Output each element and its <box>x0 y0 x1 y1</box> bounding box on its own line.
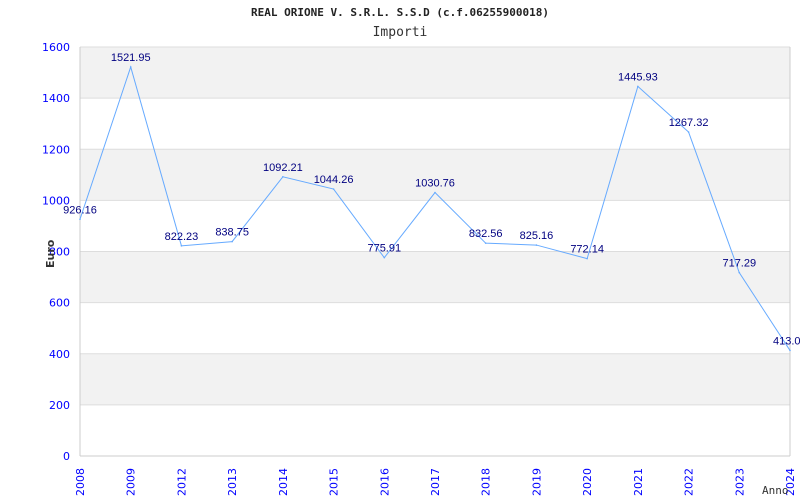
x-tick-label: 2014 <box>277 468 290 496</box>
data-label: 1445.93 <box>618 71 658 83</box>
x-tick-label: 2016 <box>378 468 391 496</box>
data-label: 822.23 <box>165 231 199 243</box>
data-label: 1092.21 <box>263 162 303 174</box>
y-tick-label: 1400 <box>42 92 70 105</box>
y-tick-label: 0 <box>63 450 70 463</box>
data-point <box>383 256 386 259</box>
y-tick-label: 1200 <box>42 143 70 156</box>
data-label: 1267.32 <box>669 117 709 129</box>
data-point <box>231 240 233 243</box>
y-tick-label: 1600 <box>42 41 70 54</box>
x-tick-label: 2019 <box>530 468 543 496</box>
data-point <box>535 244 538 246</box>
data-point <box>484 242 487 244</box>
x-tick-label: 2017 <box>429 468 442 496</box>
grid-band <box>80 404 790 456</box>
grid-band <box>80 200 790 252</box>
grid-band <box>80 251 790 303</box>
data-label: 717.29 <box>722 258 756 270</box>
data-label: 825.16 <box>520 230 554 242</box>
x-tick-label: 2008 <box>74 468 87 496</box>
data-point <box>282 176 284 178</box>
y-tick-label: 400 <box>49 348 70 361</box>
x-tick-label: 2013 <box>226 468 239 496</box>
x-axis-label: Anno <box>762 484 789 497</box>
y-tick-label: 600 <box>49 297 70 310</box>
data-label: 832.56 <box>469 228 503 240</box>
x-tick-label: 2020 <box>581 468 594 496</box>
y-tick-label: 200 <box>49 399 70 412</box>
grid-band <box>80 353 790 405</box>
x-tick-label: 2009 <box>125 468 138 496</box>
data-point <box>637 85 639 88</box>
data-label: 1044.26 <box>314 174 354 186</box>
data-point <box>180 245 183 247</box>
data-label: 926.16 <box>63 204 97 216</box>
grid-band <box>80 47 790 99</box>
data-point <box>79 218 81 221</box>
line-chart: 020040060080010001200140016002008 2009 201… <box>42 41 800 497</box>
data-label: 772.14 <box>570 244 604 256</box>
data-label: 775.91 <box>367 243 401 255</box>
data-point <box>738 271 741 274</box>
x-tick-label: 2018 <box>480 468 493 496</box>
data-point <box>129 66 132 68</box>
y-axis-label: Euro <box>44 239 57 268</box>
x-tick-label: 2015 <box>328 468 341 496</box>
data-label: 1030.76 <box>415 178 455 190</box>
data-point <box>687 131 690 133</box>
x-tick-label: 2012 <box>175 468 188 496</box>
x-tick-label: 2023 <box>733 468 746 496</box>
data-point <box>332 188 335 190</box>
data-point <box>434 191 436 194</box>
grid-band <box>80 302 790 354</box>
x-tick-label: 2021 <box>632 468 645 496</box>
data-point <box>789 349 791 352</box>
x-tick-label: 2022 <box>683 468 696 496</box>
data-label: 838.75 <box>215 227 249 239</box>
data-label: 413.0 <box>773 335 800 347</box>
data-label: 1521.95 <box>111 52 151 64</box>
data-point <box>586 257 588 260</box>
